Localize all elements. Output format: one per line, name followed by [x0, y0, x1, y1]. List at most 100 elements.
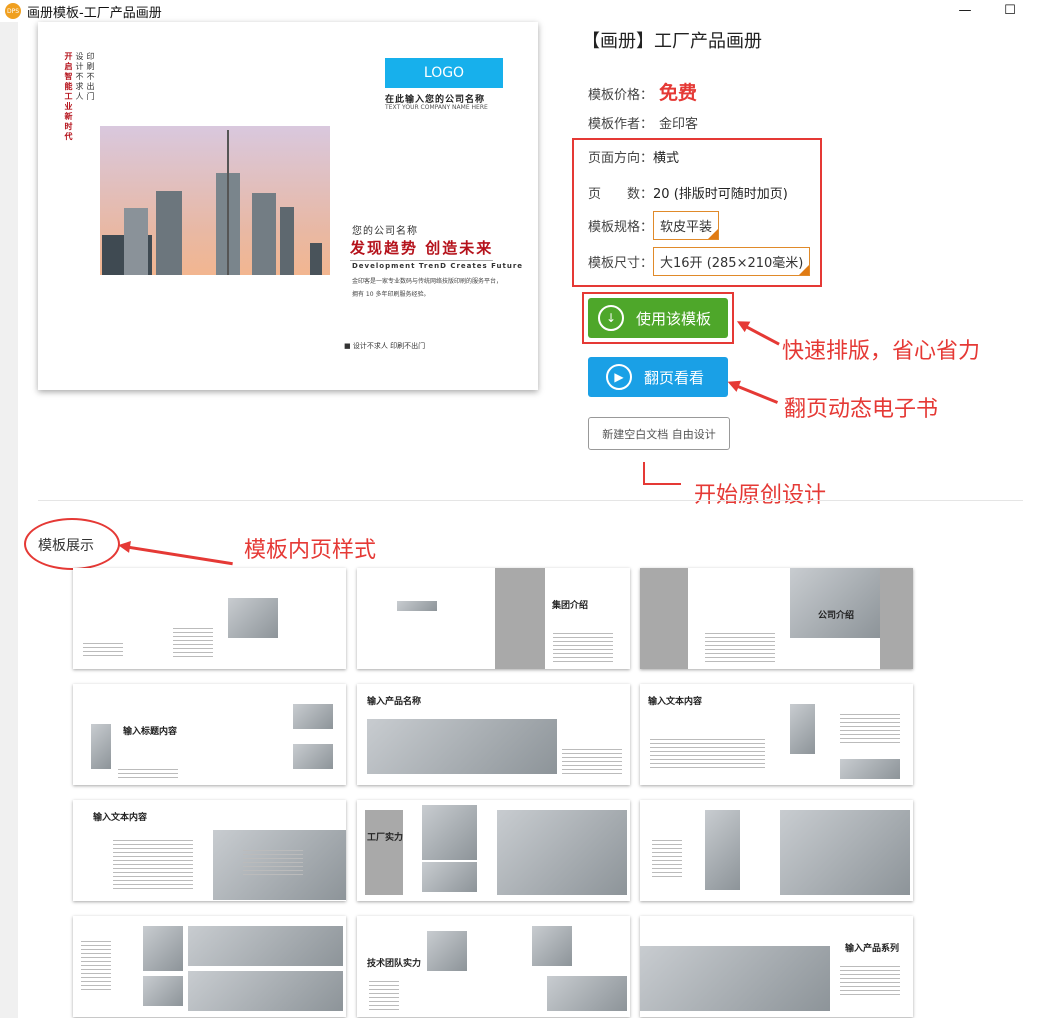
cover-tagline: ■ 设计不求人 印刷不出门: [344, 342, 426, 350]
arrow-icon: [123, 545, 233, 566]
template-page-thumbnail[interactable]: [640, 800, 913, 901]
spec-label: 模板规格：: [588, 220, 654, 235]
thumbnail-text-block: [113, 840, 193, 890]
annotation-inner-pages: 模板内页样式: [244, 538, 377, 563]
template-page-thumbnail[interactable]: 集团介绍: [357, 568, 630, 669]
spec-value: 软皮平装: [660, 220, 713, 235]
thumbnail-panel: [640, 568, 688, 669]
annotation-fast: 快速排版，省心省力: [782, 339, 981, 364]
template-page-thumbnail[interactable]: 输入文本内容: [640, 684, 913, 785]
thumbnail-photo: [790, 704, 815, 754]
template-page-thumbnail[interactable]: 技术团队实力: [357, 916, 630, 1017]
size-label: 模板尺寸：: [588, 256, 654, 271]
template-page-thumbnail[interactable]: 公司介绍: [640, 568, 913, 669]
thumbnail-text-block: [243, 850, 303, 875]
thumbnail-title: 技术团队实力: [367, 959, 422, 969]
template-page-thumbnail[interactable]: 输入产品名称: [357, 684, 630, 785]
thumbnail-title: 输入产品系列: [845, 944, 900, 954]
thumbnail-photo: [91, 724, 111, 769]
thumbnail-photo: [547, 976, 627, 1011]
use-template-label: 使用该模板: [636, 309, 712, 328]
thumbnail-photo: [397, 601, 437, 611]
window-title: 画册模板-工厂产品画册: [27, 5, 162, 21]
minimize-button[interactable]: —: [950, 0, 980, 20]
price-value: 免费: [659, 82, 698, 104]
cover-company-name-en: TEXT YOUR COMPANY NAME HERE: [385, 104, 488, 111]
template-page-thumbnail[interactable]: 工厂实力: [357, 800, 630, 901]
thumbnail-photo: [705, 810, 740, 890]
pages-value: 20 (排版时可随时加页): [653, 187, 788, 202]
spec-option[interactable]: 软皮平装: [653, 211, 720, 240]
showcase-label: 模板展示: [38, 538, 94, 554]
thumbnail-photo: [640, 946, 830, 1011]
thumbnail-photo: [367, 719, 557, 774]
thumbnail-photo: [143, 926, 183, 971]
thumbnail-text-block: [652, 840, 682, 880]
template-page-thumbnail[interactable]: 输入标题内容: [73, 684, 346, 785]
thumbnail-photo: [143, 976, 183, 1006]
city-skyline-image: [100, 126, 330, 275]
left-scroll-strip: [0, 22, 18, 1018]
thumbnail-text-block: [83, 643, 123, 657]
arrow-icon: [732, 383, 779, 404]
thumbnail-photo: [422, 805, 477, 860]
thumbnail-text-block: [840, 714, 900, 744]
cover-vertical-text: 设计不求人: [75, 52, 84, 102]
price-label: 模板价格：: [588, 88, 654, 103]
thumbnail-panel: [880, 568, 913, 669]
thumbnail-photo: [188, 926, 343, 966]
template-page-thumbnail[interactable]: [73, 568, 346, 669]
checkmark-icon: [708, 229, 719, 239]
annotation-flipbook: 翻页动态电子书: [784, 397, 939, 422]
cover-preview[interactable]: 开启智能工业新时代 设计不求人 印刷不出门 LOGO 在此输入您的公司名称 TE…: [38, 22, 538, 390]
divider: [38, 500, 1023, 501]
app-icon: DPS: [5, 3, 21, 19]
thumbnail-photo: [780, 810, 910, 895]
thumbnail-photo: [532, 926, 572, 966]
template-page-thumbnail[interactable]: 输入产品系列: [640, 916, 913, 1017]
flip-preview-label: 翻页看看: [644, 368, 705, 387]
title-bar: DPS 画册模板-工厂产品画册 — ☐: [0, 0, 1040, 22]
orientation-value: 横式: [653, 151, 680, 166]
arrow-icon: [741, 323, 780, 346]
thumbnail-panel: [495, 568, 545, 669]
cover-slogan: 发现趋势 创造未来: [350, 237, 494, 261]
checkmark-icon: [799, 265, 810, 275]
cover-logo: LOGO: [385, 58, 503, 88]
thumbnail-photo: [422, 862, 477, 892]
thumbnail-photo: [497, 810, 627, 895]
new-blank-document-button[interactable]: 新建空白文档 自由设计: [588, 417, 730, 450]
thumbnail-title: 输入文本内容: [93, 813, 148, 823]
thumbnail-text-block: [553, 633, 613, 663]
thumbnail-title: 工厂实力: [367, 833, 404, 843]
use-template-button[interactable]: ↓ 使用该模板: [588, 298, 728, 338]
thumbnail-text-block: [81, 941, 111, 991]
author-label: 模板作者：: [588, 117, 654, 132]
thumbnail-photo: [188, 971, 343, 1011]
thumbnail-title: 输入标题内容: [123, 727, 178, 737]
orientation-label: 页面方向：: [588, 151, 654, 166]
play-icon: ▶: [606, 364, 632, 390]
thumbnail-text-block: [118, 769, 178, 779]
thumbnail-text-block: [840, 966, 900, 996]
download-icon: ↓: [598, 305, 624, 331]
template-page-thumbnail[interactable]: [73, 916, 346, 1017]
thumbnail-title: 输入文本内容: [648, 697, 703, 707]
flip-preview-button[interactable]: ▶ 翻页看看: [588, 357, 728, 397]
thumbnail-panel: [365, 810, 403, 895]
template-title: 【画册】工厂产品画册: [582, 31, 762, 52]
template-page-thumbnail[interactable]: 输入文本内容: [73, 800, 346, 901]
thumbnail-title: 公司介绍: [818, 611, 855, 621]
arrow-icon: [643, 462, 645, 484]
cover-description: 金印客是一家专业数码与传统网络技版印刷的服务平台，拥有 10 多年印刷服务经验。: [352, 278, 503, 298]
cover-slogan-en: Development TrenD Creates Future: [352, 262, 524, 270]
thumbnail-text-block: [650, 739, 765, 769]
thumbnail-title: 输入产品名称: [367, 697, 422, 707]
thumbnail-photo: [790, 568, 880, 638]
thumbnail-text-block: [173, 628, 213, 658]
size-option[interactable]: 大16开 (285×210毫米): [653, 247, 811, 276]
thumbnail-photo: [840, 759, 900, 779]
pages-label: 页 数：: [588, 187, 654, 202]
maximize-button[interactable]: ☐: [995, 0, 1025, 20]
cover-vertical-text: 印刷不出门: [86, 52, 95, 102]
